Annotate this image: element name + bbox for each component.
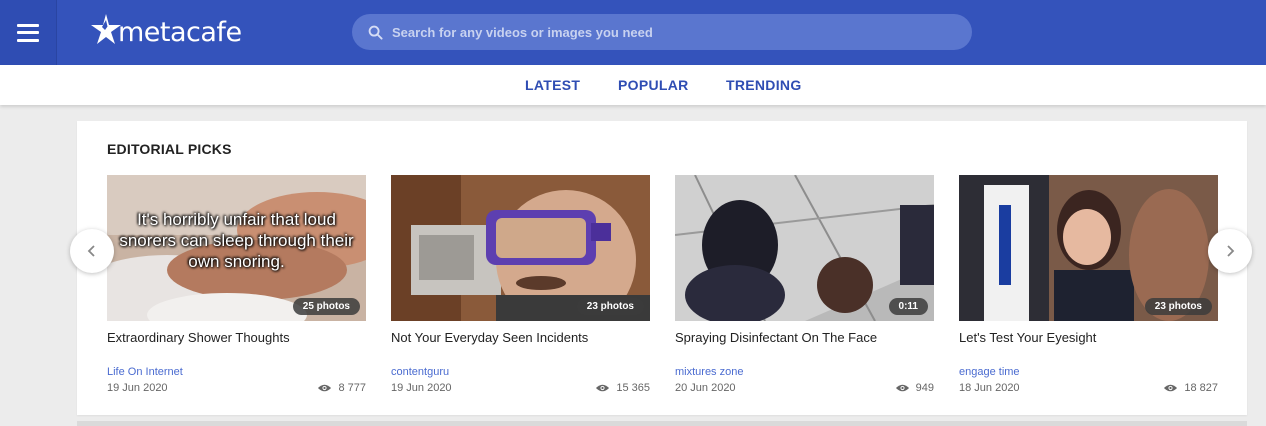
thumbnail-caption: It's horribly unfair that loud snorers c… — [119, 210, 354, 271]
item-title[interactable]: Let's Test Your Eyesight — [959, 330, 1218, 345]
site-logo[interactable]: metacafe — [88, 10, 242, 50]
publish-date: 18 Jun 2020 — [959, 382, 1020, 394]
thumbnail[interactable]: 23 photos — [959, 175, 1218, 321]
list-item: It's horribly unfair that loud snorers c… — [107, 175, 366, 396]
view-count-value: 8 777 — [338, 382, 366, 394]
view-count-value: 949 — [915, 382, 934, 394]
next-section-edge — [77, 421, 1247, 426]
publish-date: 19 Jun 2020 — [107, 382, 168, 394]
view-count-value: 18 827 — [1184, 382, 1218, 394]
eye-icon — [895, 384, 909, 392]
view-count-value: 15 365 — [616, 382, 650, 394]
tab-popular[interactable]: POPULAR — [618, 77, 689, 93]
item-meta: 19 Jun 2020 8 777 — [107, 382, 366, 396]
item-meta: 19 Jun 2020 15 365 — [391, 382, 650, 396]
sub-navigation: LATEST POPULAR TRENDING — [0, 65, 1266, 105]
eye-icon — [1164, 384, 1178, 392]
channel-link[interactable]: engage time — [959, 366, 1218, 378]
view-count: 949 — [895, 382, 934, 394]
item-title[interactable]: Extraordinary Shower Thoughts — [107, 330, 366, 345]
thumbnail[interactable]: 23 photos — [391, 175, 650, 321]
editorial-picks-section: EDITORIAL PICKS It's horribly unfair tha… — [77, 121, 1247, 415]
item-meta: 20 Jun 2020 949 — [675, 382, 934, 396]
list-item: 23 photos Not Your Everyday Seen Inciden… — [391, 175, 650, 396]
eye-icon — [596, 384, 610, 392]
menu-button[interactable] — [0, 0, 57, 65]
list-item: 23 photos Let's Test Your Eyesight engag… — [959, 175, 1218, 396]
search-bar[interactable] — [352, 14, 972, 50]
tab-trending[interactable]: TRENDING — [726, 77, 802, 93]
eye-icon — [318, 384, 332, 392]
item-title[interactable]: Spraying Disinfectant On The Face — [675, 330, 934, 345]
item-title[interactable]: Not Your Everyday Seen Incidents — [391, 330, 650, 345]
channel-link[interactable]: mixtures zone — [675, 366, 934, 378]
list-item: 0:11 Spraying Disinfectant On The Face m… — [675, 175, 934, 396]
photo-count-badge: 23 photos — [576, 298, 644, 315]
video-duration-badge: 0:11 — [888, 298, 928, 315]
view-count: 18 827 — [1163, 382, 1218, 394]
chevron-left-icon — [87, 245, 95, 257]
logo-text: metacafe — [118, 16, 242, 48]
publish-date: 19 Jun 2020 — [391, 382, 452, 394]
search-input[interactable] — [392, 24, 952, 40]
photo-count-badge: 25 photos — [292, 298, 360, 315]
section-title: EDITORIAL PICKS — [107, 141, 232, 157]
carousel-next-button[interactable] — [1208, 229, 1252, 273]
channel-link[interactable]: Life On Internet — [107, 366, 366, 378]
view-count: 8 777 — [317, 382, 366, 394]
tab-latest[interactable]: LATEST — [525, 77, 580, 93]
channel-link[interactable]: contentguru — [391, 366, 650, 378]
publish-date: 20 Jun 2020 — [675, 382, 736, 394]
carousel-prev-button[interactable] — [70, 229, 114, 273]
item-meta: 18 Jun 2020 18 827 — [959, 382, 1218, 396]
chevron-right-icon — [1227, 245, 1235, 257]
thumbnail[interactable]: 0:11 — [675, 175, 934, 321]
search-icon — [368, 25, 383, 40]
hamburger-icon — [17, 23, 39, 42]
view-count: 15 365 — [595, 382, 650, 394]
top-header: metacafe — [0, 0, 1266, 65]
thumbnail[interactable]: It's horribly unfair that loud snorers c… — [107, 175, 366, 321]
photo-count-badge: 23 photos — [1144, 298, 1212, 315]
